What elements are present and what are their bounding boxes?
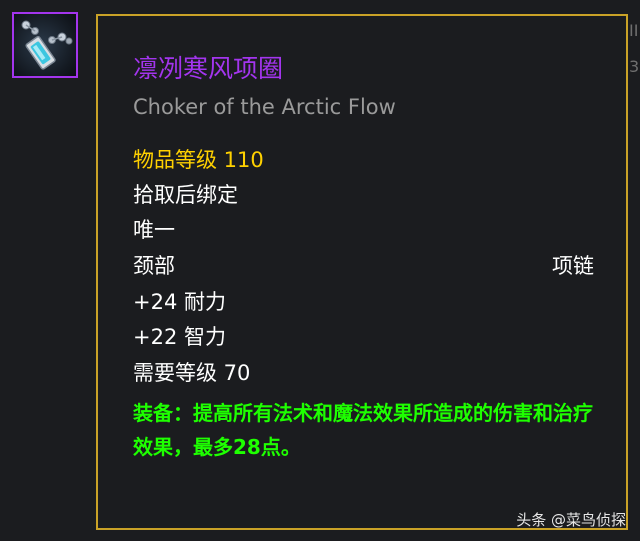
edge-text-fragment: 3 [629,57,640,76]
equip-slot: 颈部 [133,254,175,278]
item-level: 物品等级 110 [133,148,264,172]
watermark: 头条 @菜鸟侦探 [516,511,626,529]
item-type: 项链 [552,254,594,278]
item-name: 凛冽寒风项圈 [133,54,284,83]
page: 凛冽寒风项圈 Choker of the Arctic Flow 物品等级 11… [0,0,640,541]
necklace-icon[interactable] [12,12,78,78]
stat-stamina: +24 耐力 [133,290,226,314]
item-english-name: Choker of the Arctic Flow [133,95,396,119]
edge-text-fragment: II [629,21,639,40]
item-tooltip: 凛冽寒风项圈 Choker of the Arctic Flow 物品等级 11… [96,14,628,530]
binding-text: 拾取后绑定 [133,183,238,207]
equip-effect: 装备：提高所有法术和魔法效果所造成的伤害和治疗效果，最多28点。 [133,401,593,459]
level-requirement: 需要等级 70 [133,361,251,385]
unique-text: 唯一 [133,218,175,242]
stat-intellect: +22 智力 [133,325,226,349]
